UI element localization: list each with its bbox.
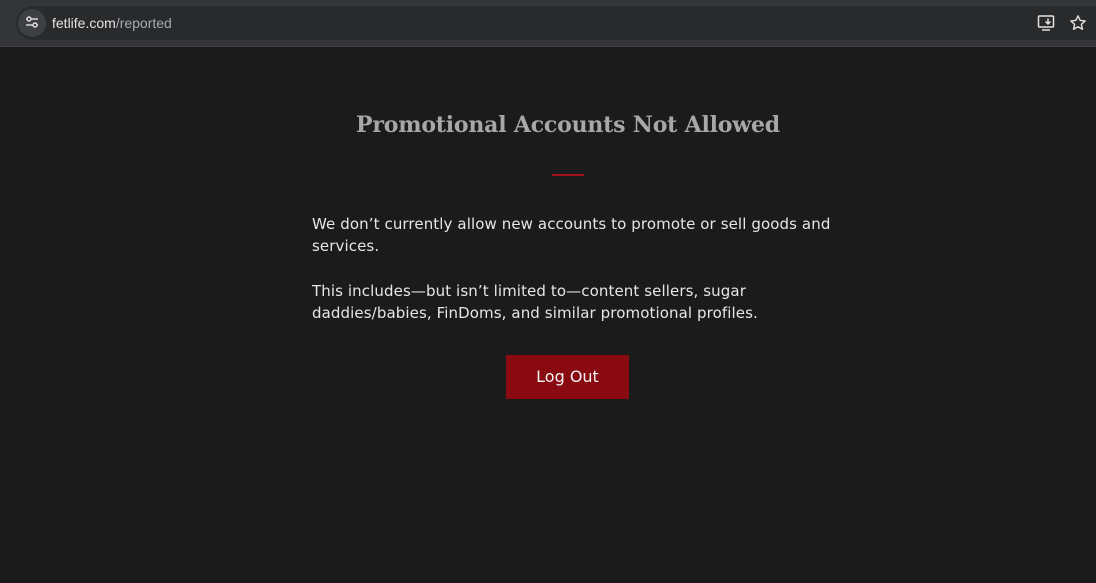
star-icon[interactable]	[1068, 13, 1088, 33]
logout-button[interactable]: Log Out	[506, 355, 629, 399]
tune-icon	[25, 14, 39, 33]
title-divider	[552, 174, 584, 176]
policy-paragraph-1: We don’t currently allow new accounts to…	[312, 215, 831, 255]
browser-toolbar: fetlife.com/reported	[0, 0, 1096, 47]
site-info-button[interactable]	[18, 9, 46, 37]
policy-paragraph-2: This includes—but isn’t limited to—conte…	[312, 282, 758, 322]
page-title: Promotional Accounts Not Allowed	[356, 112, 780, 138]
page-content: Promotional Accounts Not Allowed We don’…	[0, 48, 1096, 583]
address-bar[interactable]: fetlife.com/reported	[16, 6, 1096, 40]
url-path: /reported	[115, 15, 172, 31]
url-host: fetlife.com	[52, 15, 116, 31]
install-app-icon[interactable]	[1036, 13, 1056, 33]
url-text[interactable]: fetlife.com/reported	[52, 14, 172, 32]
